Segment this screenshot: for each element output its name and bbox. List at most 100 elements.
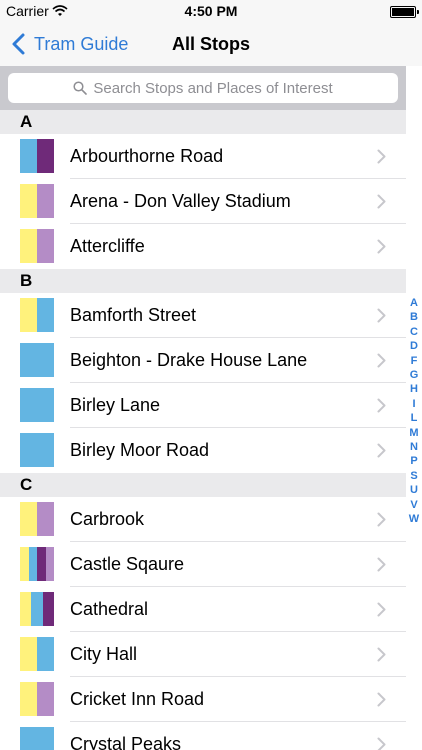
line-color-stripe — [37, 502, 54, 536]
chevron-right-icon — [377, 737, 386, 750]
line-color-stripe — [20, 229, 37, 263]
index-letter[interactable]: S — [406, 469, 422, 483]
line-color-stripe — [20, 637, 37, 671]
chevron-right-icon — [377, 194, 386, 209]
index-letter[interactable]: M — [406, 426, 422, 440]
tram-line-swatch — [20, 139, 54, 173]
line-color-stripe — [20, 502, 37, 536]
section-header: A — [0, 110, 406, 134]
index-letter[interactable]: G — [406, 368, 422, 382]
stop-row[interactable]: Birley Lane — [0, 383, 406, 428]
stop-name: Arena - Don Valley Stadium — [70, 191, 291, 211]
stop-name: Attercliffe — [70, 236, 145, 256]
index-letter[interactable]: L — [406, 411, 422, 425]
index-letter[interactable]: F — [406, 354, 422, 368]
line-color-stripe — [37, 682, 54, 716]
tram-line-swatch — [20, 343, 54, 377]
search-input[interactable]: Search Stops and Places of Interest — [8, 73, 398, 103]
stop-row[interactable]: Birley Moor Road — [0, 428, 406, 473]
tram-line-swatch — [20, 547, 54, 581]
stop-name: Birley Lane — [70, 395, 161, 415]
line-color-stripe — [31, 592, 43, 626]
chevron-right-icon — [377, 512, 386, 527]
line-color-stripe — [20, 343, 54, 377]
stop-row[interactable]: Bamforth Street — [0, 293, 406, 338]
line-color-stripe — [37, 184, 54, 218]
section-header: B — [0, 269, 406, 293]
line-color-stripe — [37, 139, 54, 173]
chevron-right-icon — [377, 692, 386, 707]
index-letter[interactable]: H — [406, 382, 422, 396]
line-color-stripe — [28, 547, 37, 581]
tram-line-swatch — [20, 229, 54, 263]
index-letter[interactable]: D — [406, 339, 422, 353]
index-letter[interactable]: P — [406, 454, 422, 468]
stop-name: Cricket Inn Road — [70, 689, 205, 709]
line-color-stripe — [20, 298, 37, 332]
stop-row[interactable]: Attercliffe — [0, 224, 406, 269]
stop-row[interactable]: Beighton - Drake House Lane — [0, 338, 406, 383]
index-letter[interactable]: N — [406, 440, 422, 454]
tram-line-swatch — [20, 592, 54, 626]
section-index[interactable]: ABCDFGHILMNPSUVW — [406, 296, 422, 527]
search-bar: Search Stops and Places of Interest — [0, 66, 406, 110]
stop-row[interactable]: Arena - Don Valley Stadium — [0, 179, 406, 224]
index-letter[interactable]: B — [406, 310, 422, 324]
stop-name: Cathedral — [70, 599, 149, 619]
battery-icon — [390, 6, 419, 18]
line-color-stripe — [45, 547, 54, 581]
page-title: All Stops — [171, 34, 250, 54]
line-color-stripe — [37, 298, 54, 332]
chevron-right-icon — [377, 647, 386, 662]
chevron-right-icon — [377, 398, 386, 413]
index-letter[interactable]: U — [406, 483, 422, 497]
tram-line-swatch — [20, 388, 54, 422]
stop-name: Arbourthorne Road — [70, 146, 224, 166]
stop-row[interactable]: Cathedral — [0, 587, 406, 632]
chevron-right-icon — [377, 557, 386, 572]
chevron-right-icon — [377, 149, 386, 164]
tram-line-swatch — [20, 298, 54, 332]
index-letter[interactable]: C — [406, 325, 422, 339]
stop-name: Birley Moor Road — [70, 440, 210, 460]
stop-row[interactable]: City Hall — [0, 632, 406, 677]
search-icon — [73, 81, 88, 95]
stop-row[interactable]: Castle Sqaure — [0, 542, 406, 587]
line-color-stripe — [20, 547, 29, 581]
stop-row[interactable]: Carbrook — [0, 497, 406, 542]
index-letter[interactable]: A — [406, 296, 422, 310]
line-color-stripe — [42, 592, 54, 626]
stop-name: Crystal Peaks — [70, 734, 182, 750]
index-letter[interactable]: V — [406, 498, 422, 512]
stop-row[interactable]: Crystal Peaks — [0, 722, 406, 750]
line-color-stripe — [20, 184, 37, 218]
chevron-right-icon — [377, 443, 386, 458]
line-color-stripe — [37, 637, 54, 671]
tram-line-swatch — [20, 682, 54, 716]
stop-row[interactable]: Arbourthorne Road — [0, 134, 406, 179]
status-bar: Carrier 4:50 PM — [0, 0, 422, 22]
line-color-stripe — [20, 433, 54, 467]
stop-name: Beighton - Drake House Lane — [70, 350, 308, 370]
line-color-stripe — [37, 547, 46, 581]
line-color-stripe — [20, 139, 37, 173]
index-letter[interactable]: I — [406, 397, 422, 411]
search-placeholder: Search Stops and Places of Interest — [93, 79, 333, 97]
chevron-right-icon — [377, 308, 386, 323]
stop-name: Bamforth Street — [70, 305, 197, 325]
stop-name: Castle Sqaure — [70, 554, 185, 574]
tram-line-swatch — [20, 727, 54, 750]
clock: 4:50 PM — [184, 3, 238, 19]
stop-name: Carbrook — [70, 509, 145, 529]
line-color-stripe — [20, 682, 37, 716]
chevron-right-icon — [377, 602, 386, 617]
line-color-stripe — [20, 388, 54, 422]
stop-row[interactable]: Cricket Inn Road — [0, 677, 406, 722]
chevron-right-icon — [377, 353, 386, 368]
tram-line-swatch — [20, 637, 54, 671]
navigation-bar: Tram Guide All Stops — [0, 22, 422, 66]
index-letter[interactable]: W — [406, 512, 422, 526]
tram-line-swatch — [20, 433, 54, 467]
stop-name: City Hall — [70, 644, 138, 664]
stops-list[interactable]: A Arbourthorne Road Arena - Don Valley Sta… — [0, 110, 406, 750]
